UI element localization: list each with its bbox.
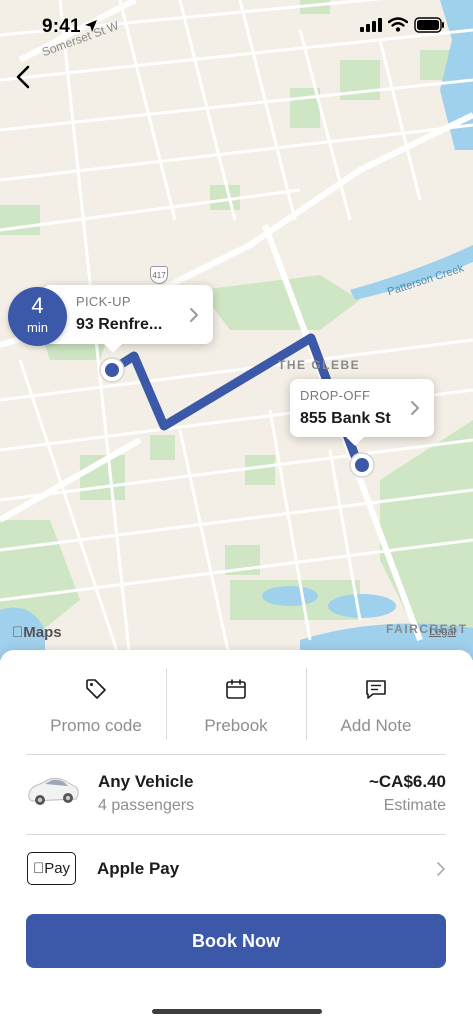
vehicle-option[interactable]: Any Vehicle 4 passengers ~CA$6.40 Estima…	[26, 758, 446, 832]
prebook-button[interactable]: Prebook	[166, 668, 306, 740]
eta-unit: min	[27, 320, 48, 335]
dropoff-address: 855 Bank St	[300, 410, 391, 427]
divider	[26, 754, 446, 755]
pickup-address: 93 Renfre...	[76, 316, 163, 333]
cellular-signal-icon	[360, 18, 382, 32]
tag-icon	[86, 679, 106, 699]
map-view[interactable]: Somerset St W THE GLEBE Patterson Creek …	[0, 0, 473, 660]
wifi-icon	[388, 17, 408, 32]
highway-shield-icon: 417	[150, 266, 168, 284]
vehicle-name: Any Vehicle	[98, 772, 194, 791]
action-row: Promo code Prebook Add Note	[26, 668, 446, 740]
chevron-right-icon	[437, 862, 445, 876]
eta-value: 4	[31, 293, 44, 318]
location-arrow-icon	[85, 20, 97, 32]
payment-method-row[interactable]: Pay Apple Pay	[26, 840, 446, 900]
add-note-button[interactable]: Add Note	[306, 668, 446, 740]
note-icon	[366, 680, 386, 699]
pickup-callout[interactable]: PICK-UP 93 Renfre...	[42, 285, 213, 353]
chevron-right-icon	[190, 308, 198, 322]
legal-link[interactable]: Legal	[429, 626, 456, 638]
divider	[26, 834, 446, 835]
fare-estimate-label: Estimate	[383, 797, 446, 814]
pickup-pin-icon	[99, 357, 125, 383]
book-now-button[interactable]: Book Now	[26, 914, 446, 968]
car-icon	[28, 777, 79, 805]
neighborhood-label-glebe: THE GLEBE	[278, 358, 361, 372]
dropoff-label: DROP-OFF	[300, 388, 371, 403]
maps-brand: Maps	[12, 624, 62, 641]
prebook-label: Prebook	[204, 716, 268, 735]
chevron-right-icon	[411, 401, 419, 415]
status-time: 9:41	[42, 16, 81, 37]
booking-sheet: Promo code Prebook Add Note Any Vehicle …	[0, 650, 473, 1024]
vehicle-passengers: 4 passengers	[98, 797, 195, 814]
fare-price: ~CA$6.40	[368, 772, 446, 791]
apple-pay-logo: Pay	[27, 852, 76, 885]
add-note-label: Add Note	[340, 716, 412, 735]
eta-badge: 4 min	[8, 287, 67, 346]
promo-code-button[interactable]: Promo code	[26, 668, 166, 740]
battery-icon	[414, 17, 444, 33]
home-indicator[interactable]	[152, 1009, 322, 1014]
pickup-label: PICK-UP	[76, 294, 131, 309]
back-button[interactable]	[8, 60, 38, 94]
status-bar: 9:41	[0, 0, 473, 54]
calendar-icon	[226, 679, 246, 699]
chevron-left-icon	[16, 65, 30, 89]
payment-method-name: Apple Pay	[97, 859, 180, 878]
promo-code-label: Promo code	[50, 716, 142, 735]
dropoff-callout[interactable]: DROP-OFF 855 Bank St	[290, 379, 434, 446]
dropoff-pin-icon	[349, 452, 375, 478]
